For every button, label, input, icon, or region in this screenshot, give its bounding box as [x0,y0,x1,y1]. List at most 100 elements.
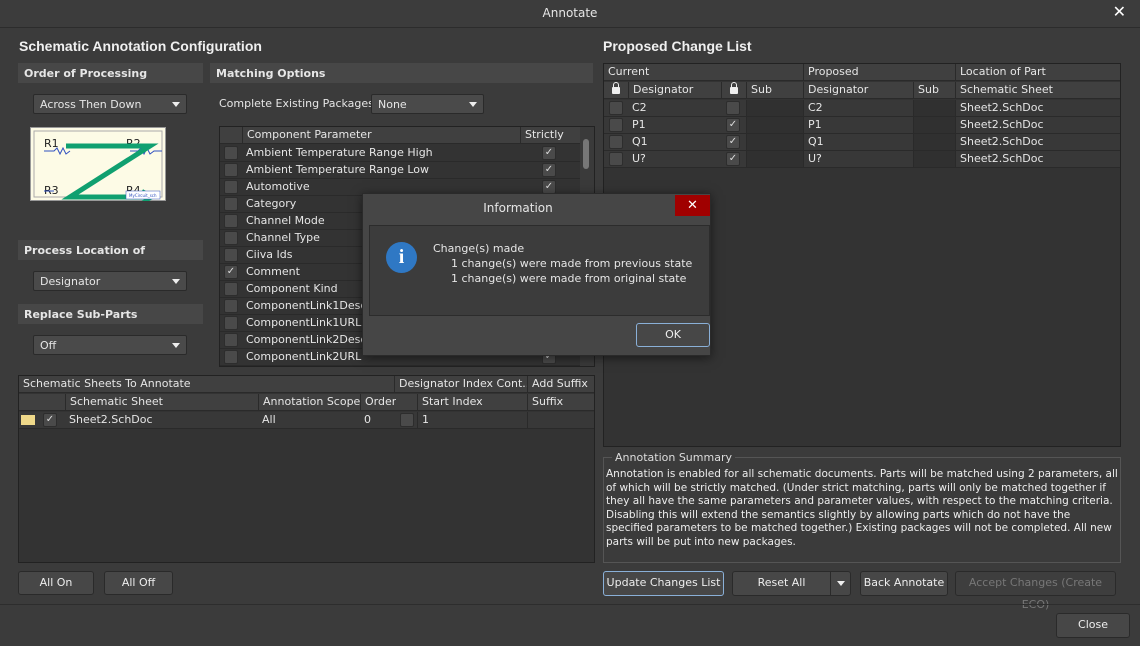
lock-designator-checkbox[interactable] [609,118,623,132]
order-value: Across Then Down [40,98,142,111]
subparts-dropdown[interactable]: Off [33,335,187,355]
parameter-checkbox[interactable] [224,282,238,296]
add-suffix-group: Add Suffix [527,376,595,392]
proposed-designator: P1 [803,117,913,133]
part-sheet: Sheet2.SchDoc [955,134,1121,150]
col-start-index[interactable]: Start Index [417,394,527,410]
col-proposed-designator[interactable]: Designator [803,82,913,98]
location-value: Designator [40,275,101,288]
sheet-enable-checkbox[interactable]: ✓ [43,413,57,427]
col-current-designator[interactable]: Designator [628,82,721,98]
current-sub [746,151,803,167]
strictly-checkbox[interactable]: ✓ [542,180,556,194]
parameter-name: Ambient Temperature Range High [246,146,433,159]
col-schematic-sheet[interactable]: Schematic Sheet [955,82,1121,98]
dialog-close-icon[interactable]: ✕ [675,195,710,216]
divider [0,604,1140,605]
schematic-doc-icon [21,415,35,425]
parameter-checkbox[interactable] [224,333,238,347]
parameter-checkbox[interactable] [224,316,238,330]
col-annotation-scope[interactable]: Annotation Scope [258,394,360,410]
dialog-title: Information [483,201,553,215]
parameter-row[interactable]: Ambient Temperature Range Low ✓ [220,162,594,179]
change-row[interactable]: Q1 ✓ Q1 Sheet2.SchDoc [604,134,1120,151]
dialog-message: Change(s) made 1 change(s) were made fro… [433,241,692,286]
lock-designator-checkbox[interactable] [609,101,623,115]
lock-sub-checkbox[interactable] [726,101,740,115]
sheet-order[interactable]: 0 [360,412,396,428]
col-proposed-sub[interactable]: Sub [913,82,955,98]
diagram-caption: MyCircuit_sch [129,193,157,198]
sheet-scope[interactable]: All [258,412,360,428]
lock-designator-checkbox[interactable] [609,135,623,149]
parameter-checkbox[interactable] [224,350,238,364]
all-off-button[interactable]: All Off [104,571,173,595]
parameter-checkbox[interactable] [224,214,238,228]
proposed-designator: Q1 [803,134,913,150]
change-row[interactable]: U? ✓ U? Sheet2.SchDoc [604,151,1120,168]
close-icon[interactable]: ✕ [1113,2,1126,21]
parameter-checkbox[interactable]: ✓ [224,265,238,279]
parameter-row[interactable]: Ambient Temperature Range High ✓ [220,145,594,162]
sheet-suffix[interactable] [527,412,595,428]
parameter-checkbox[interactable] [224,180,238,194]
window-title: Annotate [542,6,598,20]
parameter-checkbox[interactable] [224,163,238,177]
subparts-value: Off [40,339,57,352]
dialog-content: i Change(s) made 1 change(s) were made f… [369,225,710,316]
parameter-checkbox[interactable] [224,248,238,262]
col-component-parameter[interactable]: Component Parameter [242,127,520,143]
parameter-checkbox[interactable] [224,231,238,245]
location-dropdown[interactable]: Designator [33,271,187,291]
title-bar: Annotate [0,0,1140,28]
col-order[interactable]: Order [360,394,396,410]
parameter-checkbox[interactable] [224,299,238,313]
sheets-table: Schematic Sheets To Annotate Designator … [18,375,595,563]
parameter-name: Ambient Temperature Range Low [246,163,430,176]
current-sub [746,134,803,150]
parameter-checkbox[interactable] [224,197,238,211]
strictly-checkbox[interactable]: ✓ [542,146,556,160]
strictly-checkbox[interactable]: ✓ [542,163,556,177]
group-proposed: Proposed [803,64,955,80]
annotation-summary: Annotation Summary Annotation is enabled… [603,451,1121,563]
reset-all-button[interactable]: Reset All [732,571,851,596]
lock-sub-checkbox[interactable]: ✓ [726,118,740,132]
packages-value: None [378,98,407,111]
dialog-heading: Change(s) made [433,242,525,255]
col-strictly[interactable]: Strictly [520,127,580,143]
index-control-checkbox[interactable] [400,413,414,427]
sheet-row[interactable]: ✓ Sheet2.SchDoc All 0 1 [19,412,594,429]
col-schematic-sheet[interactable]: Schematic Sheet [65,394,258,410]
part-sheet: Sheet2.SchDoc [955,100,1121,116]
lock-sub-checkbox[interactable]: ✓ [726,152,740,166]
back-annotate-button[interactable]: Back Annotate [860,571,948,596]
summary-text: Annotation is enabled for all schematic … [606,468,1118,548]
sheet-start-index[interactable]: 1 [417,412,527,428]
lock-designator-checkbox[interactable] [609,152,623,166]
sheets-group-title: Schematic Sheets To Annotate [23,377,191,390]
order-dropdown[interactable]: Across Then Down [33,94,187,114]
proposed-sub [913,100,955,116]
reset-dropdown[interactable] [830,572,850,595]
location-header: Process Location of [18,240,203,260]
lock-icon [721,82,746,98]
accept-changes-button[interactable]: Accept Changes (Create ECO) [955,571,1116,611]
lock-sub-checkbox[interactable]: ✓ [726,135,740,149]
col-current-sub[interactable]: Sub [746,82,803,98]
current-designator: Q1 [632,135,648,148]
col-suffix[interactable]: Suffix [527,394,595,410]
change-row[interactable]: C2 C2 Sheet2.SchDoc [604,100,1120,117]
parameter-checkbox[interactable] [224,146,238,160]
summary-title: Annotation Summary [615,451,732,464]
chevron-down-icon [172,279,180,284]
all-on-button[interactable]: All On [18,571,94,595]
close-button[interactable]: Close [1056,613,1130,638]
subparts-header: Replace Sub-Parts [18,304,203,324]
change-row[interactable]: P1 ✓ P1 Sheet2.SchDoc [604,117,1120,134]
current-designator: C2 [632,101,647,114]
update-changes-button[interactable]: Update Changes List [603,571,724,596]
ok-button[interactable]: OK [636,323,710,347]
proposed-sub [913,134,955,150]
packages-dropdown[interactable]: None [371,94,484,114]
